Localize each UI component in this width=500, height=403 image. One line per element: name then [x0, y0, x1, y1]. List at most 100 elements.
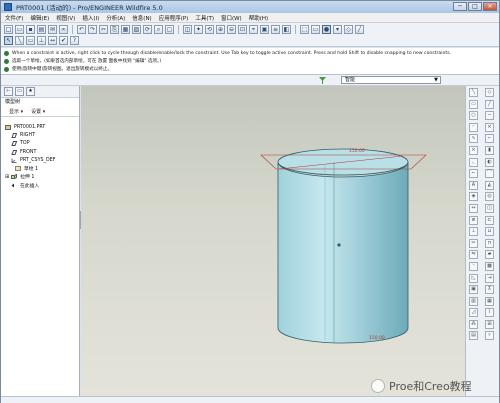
repaint-icon[interactable]: ◫: [183, 24, 192, 34]
tree-item-insert-here[interactable]: 在此插入: [1, 181, 79, 189]
blend-icon[interactable]: ◭: [485, 180, 494, 190]
rib-icon[interactable]: ▥: [469, 296, 478, 306]
regenerate-icon[interactable]: ⟳: [143, 24, 152, 34]
cylinder-top-face[interactable]: [277, 148, 409, 176]
maximize-button[interactable]: □: [468, 2, 482, 11]
hole-icon[interactable]: ◎: [485, 192, 494, 202]
datum-csys-icon[interactable]: ⌐: [485, 134, 494, 144]
help-icon[interactable]: ?: [70, 36, 79, 45]
settings-menu-button[interactable]: 设置 ▾: [31, 108, 45, 115]
tree-item-top[interactable]: TOP: [1, 140, 79, 148]
round-icon[interactable]: ◝: [469, 261, 478, 271]
modify-icon[interactable]: ≢: [469, 215, 478, 225]
datum-axis-icon[interactable]: ╱: [485, 99, 494, 109]
zoom-in-icon[interactable]: ⊕: [216, 24, 225, 34]
dimension-tool-icon[interactable]: ↔: [48, 36, 57, 45]
more-icon[interactable]: ▿: [485, 331, 494, 341]
menu-help[interactable]: 帮助(H): [249, 14, 268, 22]
save-icon[interactable]: ▪: [26, 24, 35, 34]
chamfer-icon[interactable]: ◺: [469, 273, 478, 283]
reorient-icon[interactable]: ⌖: [249, 24, 258, 34]
menu-edit[interactable]: 编辑(E): [30, 14, 49, 22]
folder-browser-tab-icon[interactable]: ▭: [15, 87, 24, 96]
cylinder-body[interactable]: [277, 161, 409, 344]
rectangle-icon[interactable]: ▭: [469, 99, 478, 109]
datum-axes-icon[interactable]: ╱: [355, 24, 364, 34]
cut-icon[interactable]: ✂: [99, 24, 108, 34]
tree-item-sketch[interactable]: 草绘 1: [1, 164, 79, 172]
circle-icon[interactable]: ○: [469, 111, 478, 121]
datum-point-icon[interactable]: ×: [485, 122, 494, 132]
redo-icon[interactable]: ↷: [88, 24, 97, 34]
minimize-button[interactable]: ─: [453, 2, 467, 11]
merge-icon[interactable]: ⊔: [485, 227, 494, 237]
layers-icon[interactable]: ≡: [271, 24, 280, 34]
palette-icon[interactable]: ◈: [469, 192, 478, 202]
graphics-window[interactable]: 150.00 150.00: [81, 86, 465, 396]
paste-icon[interactable]: ▦: [121, 24, 130, 34]
fillet-icon[interactable]: ◟: [469, 157, 478, 167]
sketch-tool-icon[interactable]: ↖: [4, 36, 13, 45]
fill-icon[interactable]: ▦: [485, 296, 494, 306]
offset-icon[interactable]: ⊏: [485, 215, 494, 225]
menu-insert[interactable]: 插入(I): [82, 14, 99, 22]
shading-icon[interactable]: ●: [322, 24, 331, 34]
intersect-icon[interactable]: ⊓: [485, 238, 494, 248]
constraints-icon[interactable]: ⊥: [469, 227, 478, 237]
hidden-line-icon[interactable]: ▭: [311, 24, 320, 34]
sketch-line-icon[interactable]: ╲: [469, 88, 478, 97]
tree-item-front[interactable]: FRONT: [1, 148, 79, 156]
rectangle-tool-icon[interactable]: ▭: [26, 36, 35, 45]
project-icon[interactable]: ⊼: [485, 285, 494, 295]
line-tool-icon[interactable]: ╲: [15, 36, 24, 45]
print-icon[interactable]: ▤: [37, 24, 46, 34]
copy-icon[interactable]: ⎘: [110, 24, 119, 34]
shell-icon[interactable]: ▣: [469, 285, 478, 295]
toolbox-icon[interactable]: ⊞: [485, 319, 494, 329]
dimension-icon[interactable]: ↔: [469, 203, 478, 213]
mirror-icon[interactable]: ⇋: [469, 250, 478, 260]
check-icon[interactable]: ✔: [59, 36, 68, 45]
datum-plane-icon[interactable]: ◇: [485, 88, 494, 97]
orient-mode-icon[interactable]: ⟲: [205, 24, 214, 34]
tree-item-right[interactable]: RIGHT: [1, 131, 79, 139]
menu-applications[interactable]: 应用程序(P): [159, 14, 189, 22]
new-file-icon[interactable]: □: [4, 24, 13, 34]
refit-icon[interactable]: ⊡: [238, 24, 247, 34]
spline-icon[interactable]: ∿: [469, 134, 478, 144]
datum-curve-icon[interactable]: ∼: [485, 111, 494, 121]
constraint-tool-icon[interactable]: ⊥: [37, 36, 46, 45]
text-icon[interactable]: A: [469, 180, 478, 190]
copy-feature-icon[interactable]: ▤: [469, 331, 478, 341]
trim-icon[interactable]: ✂: [469, 238, 478, 248]
shading-dropdown-icon[interactable]: ▾: [333, 24, 342, 34]
menu-tools[interactable]: 工具(T): [195, 14, 214, 22]
arc-icon[interactable]: ◜: [469, 122, 478, 132]
warp-icon[interactable]: ⌇: [485, 308, 494, 318]
title-bar[interactable]: PRT0001 (活动的) - Pro/ENGINEER Wildfire 5.…: [1, 1, 499, 13]
wireframe-icon[interactable]: ⬚: [300, 24, 309, 34]
menu-window[interactable]: 窗口(W): [221, 14, 242, 22]
menu-analysis[interactable]: 分析(A): [106, 14, 125, 22]
tree-item-part[interactable]: PRT0001.PRT: [1, 123, 79, 131]
selection-filter-dropdown[interactable]: 智能 ▼: [341, 76, 441, 84]
select-box-icon[interactable]: ▢: [165, 24, 174, 34]
extend-icon[interactable]: ⇥: [485, 273, 494, 283]
menu-info[interactable]: 信息(N): [132, 14, 151, 22]
show-menu-button[interactable]: 显示 ▾: [9, 108, 23, 115]
link-icon[interactable]: ∞: [59, 24, 68, 34]
email-icon[interactable]: ✉: [48, 24, 57, 34]
draft-icon[interactable]: ◿: [469, 308, 478, 318]
sweep-icon[interactable]: ⌒: [485, 169, 494, 179]
pattern-icon[interactable]: ⁂: [469, 319, 478, 329]
extrude-icon[interactable]: ▮: [485, 145, 494, 155]
tree-item-extrude[interactable]: ⊞ 拉伸 1: [1, 173, 79, 181]
open-file-icon[interactable]: ▭: [15, 24, 24, 34]
spin-center-icon[interactable]: ✦: [194, 24, 203, 34]
menu-file[interactable]: 文件(F): [5, 14, 23, 22]
view-manager-icon[interactable]: ◧: [282, 24, 291, 34]
thicken-icon[interactable]: ▰: [485, 250, 494, 260]
undo-icon[interactable]: ↶: [77, 24, 86, 34]
expand-icon[interactable]: ⊞: [5, 174, 9, 180]
find-icon[interactable]: ⌕: [154, 24, 163, 34]
